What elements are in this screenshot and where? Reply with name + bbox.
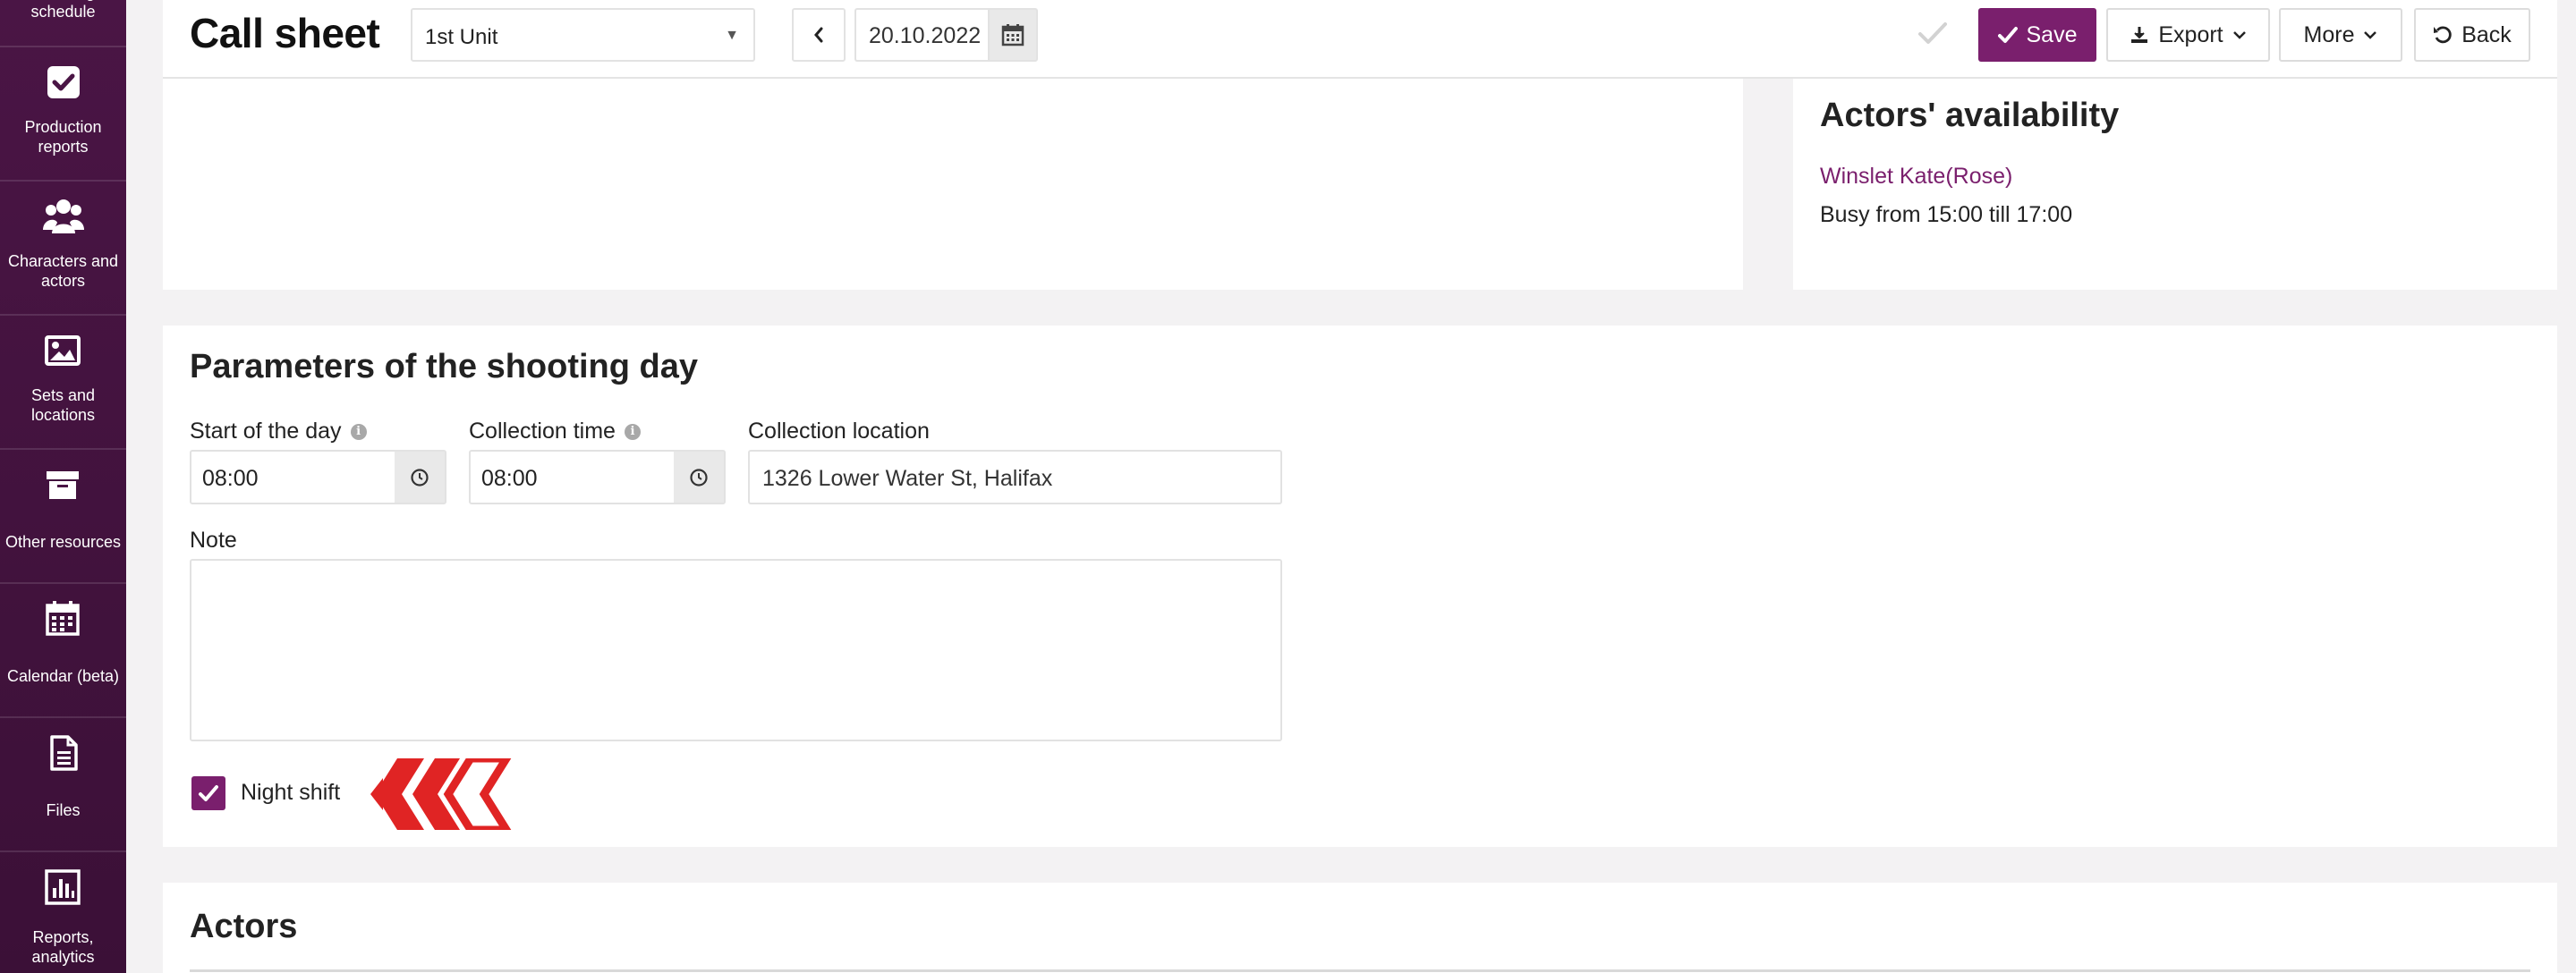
download-icon [2131,27,2148,43]
more-button-label: More [2303,21,2355,47]
date-input[interactable]: 20.10.2022 [854,8,989,62]
night-shift-label: Night shift [241,780,341,805]
start-of-day-label-text: Start of the day [190,419,342,444]
previous-date-button[interactable] [792,8,846,62]
dropdown-arrow-icon: ▼ [725,28,739,43]
collection-location-label: Collection location [748,419,930,444]
sidebar: Shooting schedule Production reports Cha… [0,0,126,973]
checkmark-icon [1918,22,1947,44]
users-icon [43,199,84,233]
collection-location-input[interactable]: 1326 Lower Water St, Halifax [748,450,1282,504]
date-value: 20.10.2022 [869,23,982,48]
note-textarea[interactable] [190,559,1282,741]
start-of-day-label: Start of the day i [190,419,367,444]
sidebar-item-label: Characters and actors [7,252,119,290]
actor-link[interactable]: Winslet Kate(Rose) [1820,164,2012,190]
calendar-icon [1001,24,1024,47]
availability-title: Actors' availability [1820,97,2120,134]
calendar-icon [46,601,80,636]
chevron-down-icon [2232,31,2246,39]
sidebar-item-label: Production reports [24,118,102,156]
check-icon [1997,27,2018,43]
file-icon [50,735,78,771]
empty-panel [163,79,1743,290]
collection-time-value: 08:00 [481,466,538,491]
start-of-day-input[interactable]: 08:00 [190,450,446,504]
unit-select-value: 1st Unit [425,25,498,49]
image-icon [45,335,81,366]
bar-chart-icon [45,869,81,905]
chevron-left-icon [814,27,823,43]
actors-availability-panel: Actors' availability Winslet Kate(Rose) … [1793,79,2557,290]
actors-title: Actors [190,908,298,945]
start-of-day-value: 08:00 [202,466,259,491]
save-button[interactable]: Save [1978,8,2096,62]
sidebar-item-production-reports[interactable]: Production reports [0,47,126,182]
checkbox-icon [47,66,80,98]
check-icon [199,785,218,801]
info-icon[interactable]: i [624,423,641,440]
clock-button[interactable] [395,452,445,503]
chevron-down-icon [2364,31,2377,39]
night-shift-checkbox[interactable] [191,776,225,810]
back-button-label: Back [2461,21,2512,47]
back-button[interactable]: Back [2414,8,2530,62]
parameters-title: Parameters of the shooting day [190,348,699,385]
collection-time-label: Collection time i [469,419,641,444]
unit-select[interactable]: 1st Unit ▼ [411,8,755,62]
sidebar-item-calendar[interactable]: Calendar (beta) [0,584,126,718]
actor-busy-text: Busy from 15:00 till 17:00 [1820,202,2073,227]
sidebar-item-shooting-schedule[interactable]: Shooting schedule [0,0,126,47]
export-button-label: Export [2158,21,2223,47]
divider [190,969,2530,972]
clock-button[interactable] [674,452,724,503]
actors-panel: Actors [163,883,2557,973]
sidebar-item-sets-locations[interactable]: Sets and locations [0,316,126,450]
sidebar-item-label: Sets and locations [30,386,96,424]
note-label: Note [190,528,237,553]
clock-icon [690,468,708,486]
date-picker-button[interactable] [988,8,1038,62]
sidebar-item-label: Reports, analytics [31,928,95,966]
top-bar: Call sheet 1st Unit ▼ 20.10.2022 Save Ex… [163,0,2557,79]
save-button-label: Save [2026,21,2078,47]
sidebar-item-other-resources[interactable]: Other resources [0,450,126,584]
collection-time-label-text: Collection time [469,419,616,444]
undo-icon [2434,26,2452,44]
sidebar-item-label: Other resources [4,533,122,551]
info-icon[interactable]: i [350,423,367,440]
page-title: Call sheet [190,10,380,56]
collection-location-value: 1326 Lower Water St, Halifax [762,466,1053,491]
collection-time-input[interactable]: 08:00 [469,450,726,504]
clock-icon [411,468,429,486]
sidebar-item-characters-actors[interactable]: Characters and actors [0,182,126,316]
sidebar-item-label: Files [46,801,81,819]
archive-box-icon [47,471,79,499]
sidebar-item-label: Calendar (beta) [6,667,120,685]
more-button[interactable]: More [2279,8,2402,62]
red-chevron-arrow-icon [370,758,512,830]
sidebar-item-label: Shooting schedule [30,0,96,21]
sidebar-item-reports-analytics[interactable]: Reports, analytics [0,852,126,973]
sidebar-item-files[interactable]: Files [0,718,126,852]
export-button[interactable]: Export [2106,8,2270,62]
shooting-day-parameters-panel: Parameters of the shooting day Start of … [163,326,2557,847]
